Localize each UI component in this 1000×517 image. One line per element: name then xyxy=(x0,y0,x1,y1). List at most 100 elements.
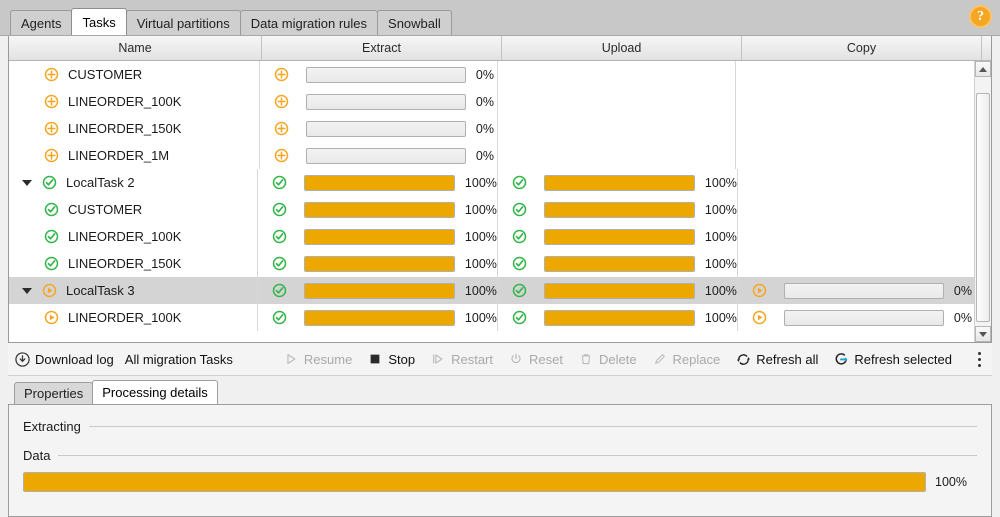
check-circle-icon xyxy=(272,202,287,217)
table-rows-area: CUSTOMER 0% LINEORDER_100K 0% LINEORDER_150K… xyxy=(9,61,991,342)
table-row[interactable]: LINEORDER_100K 100% 100% 0% xyxy=(9,304,974,331)
check-circle-icon xyxy=(44,256,59,271)
download-log-label: Download log xyxy=(35,351,114,367)
cell-extract: 0% xyxy=(260,88,498,115)
cell-copy: 0% xyxy=(738,277,974,304)
cell-name: LINEORDER_150K xyxy=(9,250,258,277)
kebab-menu-icon[interactable] xyxy=(970,349,988,369)
column-header-copy[interactable]: Copy xyxy=(742,36,982,60)
table-vertical-scrollbar[interactable] xyxy=(974,61,991,342)
upload-progress-bar xyxy=(543,228,695,245)
download-log-button[interactable]: Download log xyxy=(8,347,120,372)
cell-name: LINEORDER_150K xyxy=(9,115,260,142)
table-row[interactable]: LINEORDER_150K 100% 100% xyxy=(9,250,974,277)
extract-progress-bar xyxy=(305,120,466,137)
refresh-selected-icon xyxy=(833,351,849,367)
check-circle-icon xyxy=(42,175,57,190)
scroll-down-button[interactable] xyxy=(975,326,991,342)
reset-button: Reset xyxy=(502,347,569,372)
table-row[interactable]: CUSTOMER 100% 100% xyxy=(9,196,974,223)
chevron-down-icon xyxy=(979,331,987,337)
table-row[interactable]: LocalTask 3 100% 100% 0% xyxy=(9,277,974,304)
help-icon-glyph: ? xyxy=(977,8,984,24)
cell-copy xyxy=(738,250,974,277)
upload-progress-label: 100% xyxy=(704,283,737,298)
toolbar-action-group: Resume Stop Restart Reset Delete Replace Refre… xyxy=(277,347,961,372)
upload-progress-bar xyxy=(543,255,695,272)
details-panel: Properties Processing details Extracting … xyxy=(8,376,992,517)
tab-label: Tasks xyxy=(82,14,116,30)
cell-name: LINEORDER_100K xyxy=(9,304,258,331)
tab-data-migration-rules[interactable]: Data migration rules xyxy=(239,10,379,35)
scroll-up-button[interactable] xyxy=(975,61,991,77)
cell-name: LocalTask 2 xyxy=(9,169,258,196)
table-row[interactable]: LocalTask 2 100% 100% xyxy=(9,169,974,196)
column-header-name[interactable]: Name xyxy=(9,36,262,60)
download-icon xyxy=(14,351,30,367)
tab-snowball[interactable]: Snowball xyxy=(377,10,452,35)
tab-tasks[interactable]: Tasks xyxy=(71,8,127,35)
column-header-name-label: Name xyxy=(118,41,152,55)
replace-button: Replace xyxy=(646,347,727,372)
row-name-label: LINEORDER_150K xyxy=(68,121,182,136)
column-header-extract[interactable]: Extract xyxy=(262,36,502,60)
cell-copy xyxy=(736,115,974,142)
refresh-all-button[interactable]: Refresh all xyxy=(729,347,824,372)
upload-progress-bar xyxy=(543,282,695,299)
cell-copy xyxy=(738,223,974,250)
extract-progress-fill xyxy=(304,256,454,271)
copy-progress-label: 0% xyxy=(953,283,972,298)
check-circle-icon xyxy=(512,202,527,217)
toolbar-action-label: Restart xyxy=(451,351,493,367)
copy-progress-label: 0% xyxy=(953,310,972,325)
stop-button[interactable]: Stop xyxy=(361,347,421,372)
cell-copy xyxy=(738,196,974,223)
table-row[interactable]: LINEORDER_1M 0% xyxy=(9,142,974,169)
row-name-label: LocalTask 3 xyxy=(66,283,135,298)
data-progress-label: 100% xyxy=(935,475,967,489)
tab-agents[interactable]: Agents xyxy=(10,10,73,35)
table-row[interactable]: LINEORDER_150K 0% xyxy=(9,115,974,142)
extract-progress-label: 100% xyxy=(464,283,497,298)
scrollbar-track[interactable] xyxy=(975,77,991,326)
column-header-upload[interactable]: Upload xyxy=(502,36,742,60)
restart-icon xyxy=(430,351,446,367)
migration-scope-label: All migration Tasks xyxy=(124,351,233,367)
refresh-selected-button[interactable]: Refresh selected xyxy=(827,347,958,372)
section-divider xyxy=(58,455,977,456)
table-row[interactable]: CUSTOMER 0% xyxy=(9,61,974,88)
upload-progress-bar xyxy=(543,174,695,191)
resume-button: Resume xyxy=(277,347,358,372)
cell-copy xyxy=(736,61,974,88)
refresh-icon xyxy=(735,351,751,367)
scrollbar-thumb[interactable] xyxy=(976,93,990,322)
table-row[interactable]: LINEORDER_100K 100% 100% xyxy=(9,223,974,250)
help-icon[interactable]: ? xyxy=(969,5,992,28)
cell-upload: 100% xyxy=(498,277,738,304)
toolbar-action-label: Resume xyxy=(303,351,353,367)
details-tab-processing-details[interactable]: Processing details xyxy=(92,380,218,404)
row-name-label: LINEORDER_1M xyxy=(68,148,170,163)
tree-expander-icon[interactable] xyxy=(22,177,33,188)
copy-progress-bar xyxy=(783,282,944,299)
cell-extract: 0% xyxy=(260,61,498,88)
cell-name: LocalTask 3 xyxy=(9,277,258,304)
plus-circle-icon xyxy=(274,121,289,136)
trash-icon xyxy=(578,351,594,367)
upload-progress-label: 100% xyxy=(704,229,737,244)
tree-expander-icon[interactable] xyxy=(22,285,33,296)
tab-virtual-partitions[interactable]: Virtual partitions xyxy=(125,10,241,35)
extract-progress-fill xyxy=(304,283,454,298)
pencil-icon xyxy=(652,351,668,367)
check-circle-icon xyxy=(44,202,59,217)
cell-upload: 100% xyxy=(498,304,738,331)
row-name-label: LINEORDER_150K xyxy=(68,256,182,271)
cell-upload xyxy=(498,88,736,115)
table-row[interactable]: LINEORDER_100K 0% xyxy=(9,88,974,115)
upload-progress-label: 100% xyxy=(704,202,737,217)
tab-label: Virtual partitions xyxy=(136,15,230,31)
check-circle-icon xyxy=(272,283,287,298)
section-data: Data xyxy=(23,448,977,463)
details-tab-properties[interactable]: Properties xyxy=(14,382,94,404)
extract-progress-label: 100% xyxy=(464,175,497,190)
